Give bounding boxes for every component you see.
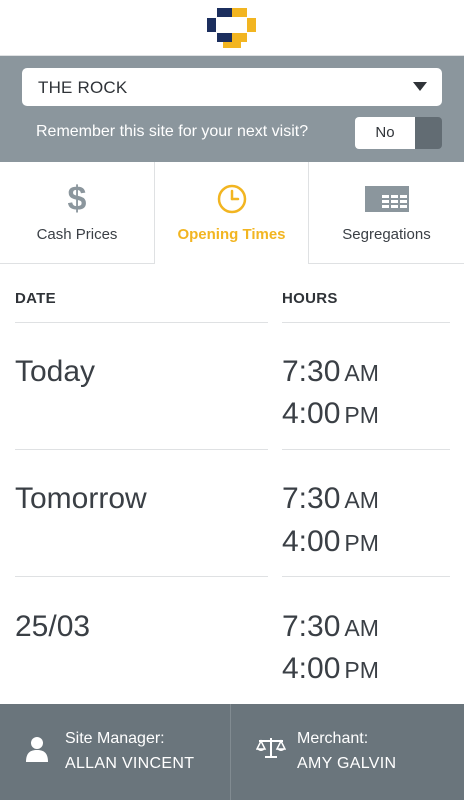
- site-dropdown[interactable]: THE ROCK: [22, 68, 442, 106]
- toggle-knob[interactable]: [415, 117, 442, 149]
- site-manager-contact[interactable]: Site Manager: ALLAN VINCENT: [0, 704, 230, 800]
- row-close-time: 4:00 PM: [282, 397, 379, 430]
- row-date: Tomorrow: [15, 482, 147, 515]
- tab-opening-times-label: Opening Times: [177, 226, 286, 243]
- dollar-icon: $: [67, 180, 87, 218]
- hours-column-header: HOURS: [282, 290, 338, 307]
- row-open-time: 7:30 AM: [282, 355, 379, 388]
- row-divider: [15, 449, 268, 450]
- header-divider: [282, 322, 450, 323]
- scales-icon: [256, 738, 286, 758]
- row-open-time: 7:30 AM: [282, 610, 379, 643]
- row-close-time: 4:00 PM: [282, 652, 379, 685]
- merchant-label: Merchant:: [297, 730, 369, 747]
- clock-icon: [217, 184, 246, 214]
- chevron-down-icon: [413, 82, 427, 91]
- row-date: 25/03: [15, 610, 91, 643]
- top-bar: [0, 0, 464, 56]
- brand-logo: [207, 8, 256, 48]
- merchant-name: AMY GALVIN: [297, 755, 397, 772]
- site-manager-name: ALLAN VINCENT: [65, 755, 195, 772]
- tab-bar: $ Cash Prices Opening Times Segregations: [0, 162, 464, 264]
- row-date: Today: [15, 355, 96, 388]
- row-close-time: 4:00 PM: [282, 525, 379, 558]
- date-column-header: DATE: [15, 290, 56, 307]
- merchant-contact[interactable]: Merchant: AMY GALVIN: [231, 704, 464, 800]
- tab-opening-times[interactable]: Opening Times: [154, 162, 309, 264]
- site-manager-label: Site Manager:: [65, 730, 165, 747]
- row-open-time: 7:30 AM: [282, 482, 379, 515]
- person-icon: [26, 737, 48, 762]
- remember-site-toggle[interactable]: No: [355, 117, 442, 149]
- remember-toggle-value: No: [355, 117, 415, 149]
- tab-cash-prices[interactable]: $ Cash Prices: [0, 162, 154, 264]
- row-divider: [282, 576, 450, 577]
- row-divider: [15, 576, 268, 577]
- site-selector-panel: THE ROCK Remember this site for your nex…: [0, 56, 464, 162]
- row-divider: [282, 449, 450, 450]
- contacts-footer: Site Manager: ALLAN VINCENT Merchant: AM…: [0, 704, 464, 800]
- tab-segregations-label: Segregations: [342, 226, 431, 243]
- tab-segregations[interactable]: Segregations: [309, 162, 464, 264]
- tab-cash-prices-label: Cash Prices: [36, 226, 118, 243]
- header-divider: [15, 322, 268, 323]
- table-grid-icon: [364, 186, 409, 212]
- site-dropdown-value: THE ROCK: [38, 78, 128, 97]
- remember-site-label: Remember this site for your next visit?: [36, 123, 309, 140]
